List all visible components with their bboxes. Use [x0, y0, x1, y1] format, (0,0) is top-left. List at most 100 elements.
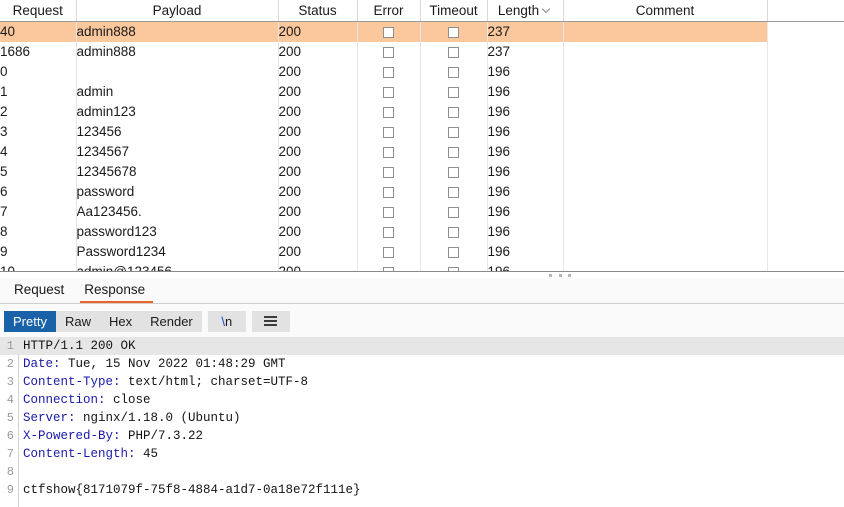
cell-status: 200	[278, 222, 358, 242]
table-row[interactable]: 2 admin123 200 196	[0, 102, 844, 122]
body-text: HTTP/1.1 200 OK	[23, 339, 136, 353]
checkbox[interactable]	[383, 86, 394, 98]
column-header-status[interactable]: Status	[278, 0, 358, 22]
header-value: nginx/1.18.0 (Ubuntu)	[75, 411, 241, 425]
column-header-request[interactable]: Request	[0, 0, 77, 22]
view-mode-render[interactable]: Render	[141, 310, 202, 332]
cell-error	[357, 162, 421, 182]
cell-comment[interactable]	[563, 82, 768, 102]
table-row[interactable]: 7 Aa123456. 200 196	[0, 202, 844, 222]
checkbox[interactable]	[383, 66, 394, 78]
checkbox[interactable]	[448, 246, 459, 258]
table-row[interactable]: 1686 admin888 200 237	[0, 42, 844, 62]
cell-status: 200	[278, 21, 358, 42]
table-row[interactable]: 9 Password1234 200 196	[0, 242, 844, 262]
checkbox[interactable]	[383, 206, 394, 218]
view-mode-label: Hex	[108, 313, 133, 329]
checkbox[interactable]	[448, 186, 459, 198]
column-header-error[interactable]: Error	[357, 0, 421, 22]
table-row[interactable]: 3 123456 200 196	[0, 122, 844, 142]
table-row[interactable]: 5 12345678 200 196	[0, 162, 844, 182]
checkbox[interactable]	[383, 126, 394, 138]
splitter-grip-icon[interactable]	[549, 274, 571, 277]
cell-request: 0	[0, 62, 77, 82]
code-line: 6 X-Powered-By: PHP/7.3.22	[0, 427, 844, 445]
cell-timeout	[420, 142, 488, 162]
cell-payload: 12345678	[76, 162, 279, 182]
cell-timeout	[420, 122, 488, 142]
view-mode-hex[interactable]: Hex	[99, 310, 142, 332]
results-table-body: 40 admin888 200 237 1686 admin888 200 237 0 200 19…	[0, 21, 844, 278]
checkbox[interactable]	[383, 146, 394, 158]
cell-comment[interactable]	[563, 102, 768, 122]
cell-filler	[767, 122, 844, 142]
code-line: 1 HTTP/1.1 200 OK	[0, 337, 844, 355]
cell-filler	[767, 62, 844, 82]
cell-comment[interactable]	[563, 162, 768, 182]
table-row[interactable]: 0 200 196	[0, 62, 844, 82]
cell-payload: Password1234	[76, 242, 279, 262]
column-header-label: Timeout	[429, 3, 478, 18]
line-number: 7	[6, 447, 14, 461]
header-name: Content-Type:	[23, 375, 121, 389]
newline-icon[interactable]: \ n	[207, 310, 246, 332]
column-header-comment[interactable]: Comment	[563, 0, 768, 22]
table-header-row: Request Payload Status Error Timeout Len…	[0, 0, 844, 22]
checkbox[interactable]	[448, 166, 459, 178]
header-value: Tue, 15 Nov 2022 01:48:29 GMT	[60, 357, 286, 371]
checkbox[interactable]	[383, 46, 394, 58]
line-content: Date: Tue, 15 Nov 2022 01:48:29 GMT	[18, 355, 286, 373]
checkbox[interactable]	[383, 106, 394, 118]
checkbox[interactable]	[383, 166, 394, 178]
cell-comment[interactable]	[563, 202, 768, 222]
checkbox[interactable]	[448, 46, 459, 58]
cell-comment[interactable]	[563, 122, 768, 142]
panel-splitter[interactable]	[0, 271, 844, 278]
table-row[interactable]: 8 password123 200 196	[0, 222, 844, 242]
cell-comment[interactable]	[563, 142, 768, 162]
cell-filler	[767, 21, 844, 42]
cell-comment[interactable]	[563, 62, 768, 82]
cell-request: 40	[0, 21, 77, 42]
table-row[interactable]: 6 password 200 196	[0, 182, 844, 202]
table-row[interactable]: 4 1234567 200 196	[0, 142, 844, 162]
column-header-length[interactable]: Length	[487, 0, 564, 22]
cell-comment[interactable]	[563, 222, 768, 242]
checkbox[interactable]	[383, 186, 394, 198]
checkbox[interactable]	[383, 226, 394, 238]
response-viewer[interactable]: 1 HTTP/1.1 200 OK 2 Date: Tue, 15 Nov 2022 …	[0, 337, 844, 507]
checkbox[interactable]	[448, 126, 459, 138]
checkbox[interactable]	[448, 26, 459, 38]
view-mode-raw[interactable]: Raw	[55, 310, 100, 332]
cell-comment[interactable]	[563, 42, 768, 62]
column-header-payload[interactable]: Payload	[76, 0, 279, 22]
column-header-timeout[interactable]: Timeout	[420, 0, 488, 22]
checkbox[interactable]	[448, 226, 459, 238]
checkbox[interactable]	[383, 246, 394, 258]
checkbox[interactable]	[448, 86, 459, 98]
line-number: 6	[6, 429, 14, 443]
cell-timeout	[420, 202, 488, 222]
cell-filler	[767, 142, 844, 162]
checkbox[interactable]	[383, 26, 394, 38]
table-row[interactable]: 1 admin 200 196	[0, 82, 844, 102]
tab-response[interactable]: Response	[78, 281, 159, 303]
checkbox[interactable]	[448, 146, 459, 158]
checkbox[interactable]	[448, 66, 459, 78]
checkbox[interactable]	[448, 106, 459, 118]
cell-request: 1	[0, 82, 77, 102]
header-name: Connection:	[23, 393, 106, 407]
tab-request[interactable]: Request	[8, 281, 78, 303]
column-header-label: Error	[373, 3, 404, 18]
checkbox[interactable]	[448, 206, 459, 218]
cell-length: 196	[487, 222, 564, 242]
cell-comment[interactable]	[563, 242, 768, 262]
hamburger-menu-icon[interactable]	[251, 310, 290, 332]
table-row[interactable]: 40 admin888 200 237	[0, 21, 844, 42]
cell-error	[357, 21, 421, 42]
cell-comment[interactable]	[563, 182, 768, 202]
cell-comment[interactable]	[563, 21, 768, 42]
cell-error	[357, 42, 421, 62]
cell-payload: 1234567	[76, 142, 279, 162]
view-mode-pretty[interactable]: Pretty	[4, 310, 56, 332]
